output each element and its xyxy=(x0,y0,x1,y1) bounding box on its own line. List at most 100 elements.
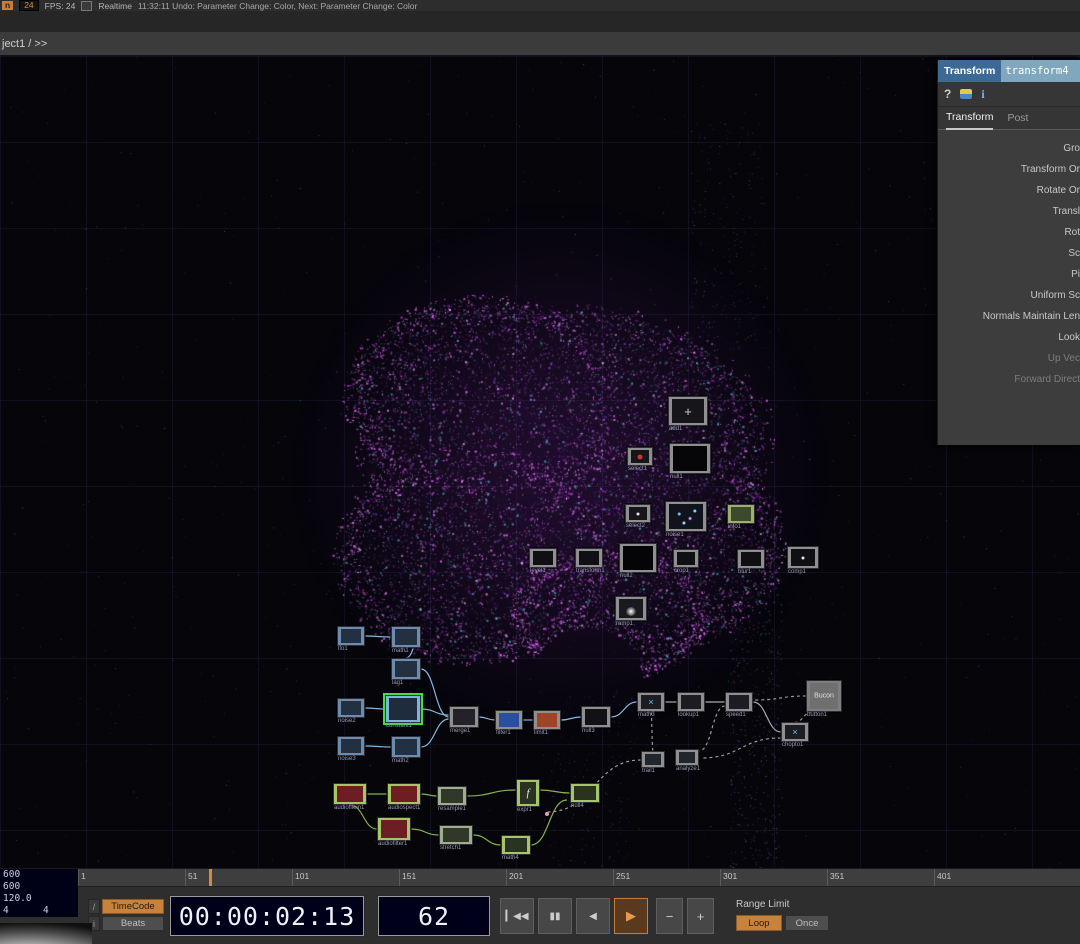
node-label: lag1 xyxy=(392,680,404,686)
beats-mode-button[interactable]: Beats xyxy=(102,916,164,931)
realtime-toggle-label[interactable]: Realtime xyxy=(98,1,132,11)
node-merge1[interactable]: merge1 xyxy=(449,706,479,734)
step-back-button[interactable]: ◀ xyxy=(576,898,610,934)
help-icon[interactable]: ? xyxy=(944,87,951,101)
param-row-sc[interactable]: Sc xyxy=(938,243,1080,264)
pause-button[interactable]: ▮▮ xyxy=(538,898,572,934)
node-noise3[interactable]: noise3 xyxy=(337,736,365,762)
node-lookup1[interactable]: lookup1 xyxy=(677,692,705,718)
fps-value-badge[interactable]: 24 xyxy=(19,0,39,11)
node-constant1[interactable]: constant1 xyxy=(383,693,423,729)
node-noise1[interactable]: noise1 xyxy=(665,501,707,538)
power-toggle[interactable]: n xyxy=(2,1,14,10)
timeline-field[interactable]: 4 4 xyxy=(0,905,78,917)
node-thumbnail xyxy=(341,739,361,753)
node-label: filter1 xyxy=(496,730,511,736)
node-math2[interactable]: math2 xyxy=(391,736,421,764)
param-row-forward-direct[interactable]: Forward Direct xyxy=(938,369,1080,390)
play-button[interactable]: ▶ xyxy=(614,898,648,934)
node-math4[interactable]: math4 xyxy=(501,835,531,861)
node-expr1[interactable]: expr1 xyxy=(516,779,540,813)
node-filter1[interactable]: filter1 xyxy=(495,710,523,736)
param-row-transl[interactable]: Transl xyxy=(938,201,1080,222)
ruler-tick-label: 351 xyxy=(830,871,845,881)
node-label: null1 xyxy=(670,474,683,480)
frame-minus-button[interactable]: − xyxy=(656,898,683,934)
node-null1[interactable]: null1 xyxy=(669,443,711,480)
param-row-normals-maintain-len[interactable]: Normals Maintain Len xyxy=(938,306,1080,327)
node-label: lookup1 xyxy=(678,712,700,718)
jump-start-button[interactable]: ▎◀◀ xyxy=(500,898,534,934)
node-null4[interactable]: null4 xyxy=(570,783,600,809)
frame-plus-button[interactable]: + xyxy=(687,898,714,934)
python-icon[interactable] xyxy=(960,89,973,99)
param-row-uniform-sc[interactable]: Uniform Sc xyxy=(938,285,1080,306)
node-null3[interactable]: null3 xyxy=(581,706,611,734)
node-analyze1[interactable]: analyze1 xyxy=(675,749,700,772)
param-row-rot[interactable]: Rot xyxy=(938,222,1080,243)
info-icon[interactable]: i xyxy=(981,87,984,102)
timeline-field[interactable]: 600 xyxy=(0,869,78,881)
node-audiofilter1[interactable]: audiofilter1 xyxy=(377,817,411,847)
node-math1[interactable]: math1 xyxy=(391,626,421,654)
breadcrumb-path[interactable]: ject1 / >> xyxy=(2,38,47,50)
node-comp1[interactable]: comp1 xyxy=(787,546,819,575)
param-row-rotate-or[interactable]: Rotate Or xyxy=(938,180,1080,201)
frame-ruler[interactable]: 1 51 101 151 201 251 301 351 401 xyxy=(78,869,1080,887)
timeline-field[interactable]: 600 xyxy=(0,881,78,893)
parameter-rows: Gro Transform Or Rotate Or Transl Rot Sc Pi Uni… xyxy=(938,130,1080,390)
node-limit1[interactable]: limit1 xyxy=(533,710,561,736)
param-row-look[interactable]: Look xyxy=(938,327,1080,348)
node-stretch1[interactable]: stretch1 xyxy=(439,825,473,851)
node-lag1[interactable]: lag1 xyxy=(391,658,421,686)
param-label: Up Vec xyxy=(1047,353,1080,364)
node-add1[interactable]: add1 xyxy=(668,396,708,432)
node-lfo1[interactable]: lfo1 xyxy=(337,626,365,652)
node-chopto1[interactable]: chopto1 xyxy=(781,722,809,748)
node-audiospect1[interactable]: audiospect1 xyxy=(387,783,421,811)
once-button[interactable]: Once xyxy=(785,915,829,931)
node-math3[interactable]: math3 xyxy=(637,692,665,718)
node-select1[interactable]: select1 xyxy=(627,447,653,472)
node-transform1[interactable]: transform1 xyxy=(575,548,605,574)
tab-transform[interactable]: Transform xyxy=(946,106,994,130)
param-label: Rot xyxy=(1064,227,1080,238)
timecode-mode-icon[interactable]: / xyxy=(88,899,100,914)
node-noise2[interactable]: noise2 xyxy=(337,698,365,724)
operator-name-field[interactable]: transform4 xyxy=(1001,60,1080,82)
param-row-gro[interactable]: Gro xyxy=(938,138,1080,159)
ruler-tick xyxy=(613,869,614,886)
breadcrumb[interactable]: ject1 / >> xyxy=(0,32,1080,56)
node-thumbnail xyxy=(574,786,596,800)
node-speed1[interactable]: speed1 xyxy=(725,692,753,718)
param-row-pi[interactable]: Pi xyxy=(938,264,1080,285)
node-blur1[interactable]: blur1 xyxy=(737,549,765,575)
node-null2[interactable]: null2 xyxy=(619,543,657,579)
node-label: constant1 xyxy=(386,723,413,729)
param-row-up-vec[interactable]: Up Vec xyxy=(938,348,1080,369)
node-resample1[interactable]: resample1 xyxy=(437,786,467,812)
param-row-transform-or[interactable]: Transform Or xyxy=(938,159,1080,180)
timeline-field[interactable]: 120.0 xyxy=(0,893,78,905)
node-trail1[interactable]: trail1 xyxy=(641,751,665,774)
node-thumbnail xyxy=(499,713,519,727)
node-select2[interactable]: select2 xyxy=(625,504,651,529)
node-button1[interactable]: Bucon button1 xyxy=(806,680,842,718)
timeline-fields[interactable]: 600 600 120.0 4 4 xyxy=(0,869,78,917)
f-icon xyxy=(520,782,536,804)
node-thumbnail xyxy=(441,789,463,803)
node-label: limit1 xyxy=(534,730,549,736)
realtime-checkbox-icon[interactable] xyxy=(81,0,93,11)
operator-type-label: Transform xyxy=(938,60,1002,82)
tab-post[interactable]: Post xyxy=(1007,107,1028,129)
node-text: Bucon xyxy=(814,692,834,700)
network-editor[interactable]: add1 select1 null1 select2 noise1 info1 level1… xyxy=(0,56,1080,868)
node-level1[interactable]: level1 xyxy=(529,548,557,574)
loop-button[interactable]: Loop xyxy=(736,915,782,931)
timecode-mode-button[interactable]: TimeCode xyxy=(102,899,164,914)
playhead[interactable] xyxy=(208,869,212,886)
node-crop1[interactable]: crop1 xyxy=(673,549,699,574)
node-audiofilein1[interactable]: audiofilein1 xyxy=(333,783,367,811)
node-ramp1[interactable]: ramp1 xyxy=(615,596,647,627)
node-info1[interactable]: info1 xyxy=(727,504,755,530)
